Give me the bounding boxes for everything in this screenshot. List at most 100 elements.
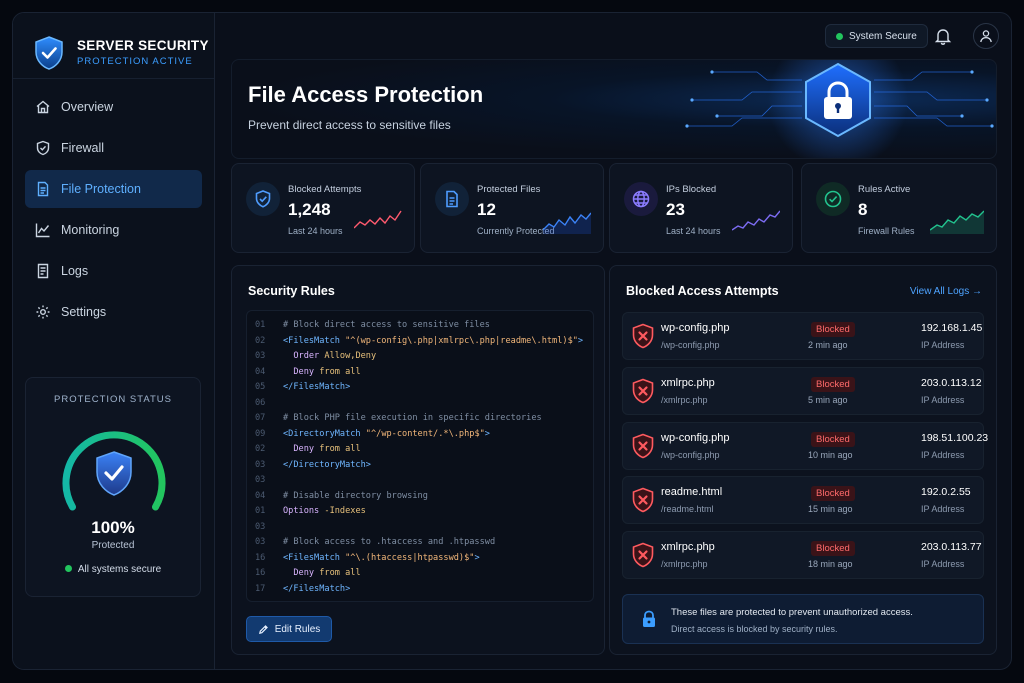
stat-card-ips-blocked: IPs Blocked 23 Last 24 hours — [609, 163, 793, 253]
code-content: Order Allow,Deny — [283, 349, 376, 365]
code-line: 04 Deny from all — [247, 365, 593, 381]
code-content: Deny from all — [283, 442, 360, 458]
status-dot — [836, 32, 843, 40]
code-token: Deny — [293, 444, 320, 454]
sidebar-item-firewall[interactable]: Firewall — [25, 129, 202, 167]
table-row[interactable]: wp-config.php/wp-config.php Blocked 2 min … — [622, 312, 984, 360]
stat-card-protected-files: Protected Files 12 Currently Protected — [420, 163, 604, 253]
code-line: 03 Order Allow,Deny — [247, 349, 593, 365]
file-path: /readme.html — [661, 504, 714, 515]
sidebar-item-overview[interactable]: Overview — [25, 88, 202, 126]
line-number: 09 — [255, 428, 266, 439]
ip-address: 203.0.113.12 — [921, 376, 982, 389]
code-line: 07 # Block PHP file execution in specific… — [247, 411, 593, 427]
sidebar-item-settings[interactable]: Settings — [25, 293, 202, 331]
brand: SERVER SECURITY PROTECTION ACTIVE — [13, 13, 214, 79]
line-number: 02 — [255, 335, 266, 346]
line-number: 01 — [255, 320, 266, 330]
ip-address: 192.0.2.55 — [921, 486, 971, 499]
line-number: 16 — [255, 552, 266, 563]
code-token: # Disable directory browsing — [283, 490, 428, 501]
line-number: 07 — [255, 413, 266, 423]
code-line: 03 # Block access to .htaccess and .htpas… — [247, 535, 593, 551]
stat-label: IPs Blocked — [666, 184, 717, 195]
line-number: 03 — [255, 537, 266, 547]
ip-address: 192.168.1.45 — [921, 322, 983, 334]
code-line: 04 # Disable directory browsing — [247, 489, 593, 505]
bell-icon[interactable] — [933, 26, 953, 46]
user-avatar[interactable] — [973, 23, 999, 49]
code-token: <DirectoryMatch — [283, 428, 366, 439]
sidebar-item-file-protection[interactable]: File Protection — [25, 170, 202, 208]
code-token: "^\.(htaccess|htpasswd)$" — [345, 552, 475, 563]
code-token: > — [474, 552, 480, 563]
code-line: 16 <FilesMatch "^\.(htaccess|htpasswd)$"> — [247, 551, 593, 567]
code-token: <FilesMatch — [283, 552, 346, 563]
status-badge: Blocked — [811, 431, 855, 447]
brand-subtitle: PROTECTION ACTIVE — [77, 56, 193, 67]
table-row[interactable]: readme.html/readme.html Blocked 15 min ago… — [622, 476, 984, 525]
stat-card-blocked-attempts: Blocked Attempts 1,248 Last 24 hours — [231, 163, 415, 253]
line-number: 17 — [255, 583, 266, 594]
edit-rules-button[interactable]: Edit Rules — [246, 616, 332, 642]
code-content: </FilesMatch> — [283, 582, 350, 598]
file-name: readme.html — [661, 486, 723, 499]
view-all-logs-link[interactable]: View All Logs → — [910, 286, 982, 297]
status-badge: Blocked — [811, 541, 855, 557]
shield-x-icon — [632, 433, 654, 458]
ip-label: IP Address — [921, 340, 965, 350]
line-number: 03 — [255, 475, 266, 485]
sidebar-item-monitoring[interactable]: Monitoring — [25, 211, 202, 249]
table-row[interactable]: xmlrpc.php/xmlrpc.php Blocked 5 min ago 203… — [622, 366, 984, 415]
code-token: > — [484, 428, 490, 439]
sparkline — [543, 212, 591, 234]
stat-subtext: Last 24 hours — [288, 226, 343, 236]
table-row[interactable]: xmlrpc.php/xmlrpc.php Blocked 18 min ago 20… — [622, 531, 984, 580]
topbar: System Secure — [215, 13, 1011, 59]
code-token: Allow,Deny — [324, 351, 377, 361]
sidebar-item-logs[interactable]: Logs — [25, 252, 202, 290]
code-token: # Block access to .htaccess and .htpassw… — [283, 537, 496, 547]
stat-subtext: Last 24 hours — [666, 226, 721, 236]
code-line: 16 Deny from all — [247, 566, 593, 582]
shield-icon — [36, 140, 50, 156]
page-header: File Access Protection Prevent direct ac… — [231, 59, 997, 159]
ip-label: IP Address — [921, 504, 965, 515]
security-rules-panel: Security Rules 01 # Block direct access t… — [231, 265, 605, 655]
code-token: -Indexes — [324, 506, 366, 516]
document-icon — [446, 190, 458, 208]
code-token: # Block PHP file execution in specific d… — [283, 413, 542, 423]
ip-label: IP Address — [921, 559, 965, 570]
table-row[interactable]: wp-config.php/wp-config.php Blocked 10 min… — [622, 421, 988, 470]
code-content: Deny from all — [283, 566, 360, 582]
time-ago: 2 min ago — [808, 340, 848, 350]
shield-check-icon — [96, 451, 132, 496]
code-content: # Disable directory browsing — [283, 489, 428, 505]
shield-check-icon — [35, 35, 63, 70]
blocked-attempts-panel: Blocked Access Attempts View All Logs → … — [609, 265, 997, 655]
rules-code-editor[interactable]: 01 # Block direct access to sensitive fil… — [246, 310, 594, 602]
code-content: Options -Indexes — [283, 504, 366, 520]
circuit-lock-illustration — [685, 60, 994, 158]
code-content: </DirectoryMatch> — [283, 458, 371, 474]
code-line: 05 </FilesMatch> — [247, 380, 593, 396]
stat-value: 23 — [666, 200, 685, 219]
line-number: 04 — [255, 366, 266, 377]
ip-address: 203.0.113.77 — [921, 541, 982, 554]
code-line: 03 — [247, 520, 593, 536]
ip-address: 198.51.100.23 — [921, 431, 989, 444]
status-title: PROTECTION STATUS — [54, 394, 172, 405]
file-name: xmlrpc.php — [661, 541, 715, 554]
code-token: "^/wp-content/.*\.php$" — [365, 428, 485, 439]
panel-title: Security Rules — [248, 284, 335, 298]
home-icon — [36, 100, 50, 114]
sidebar-item-label: Settings — [61, 305, 107, 319]
system-status-badge[interactable]: System Secure — [825, 24, 928, 48]
file-path: /xmlrpc.php — [661, 559, 708, 570]
status-badge: Blocked — [811, 322, 855, 337]
file-path: /wp-config.php — [661, 449, 720, 460]
code-token: > — [577, 335, 584, 346]
edit-rules-label: Edit Rules — [274, 623, 321, 635]
